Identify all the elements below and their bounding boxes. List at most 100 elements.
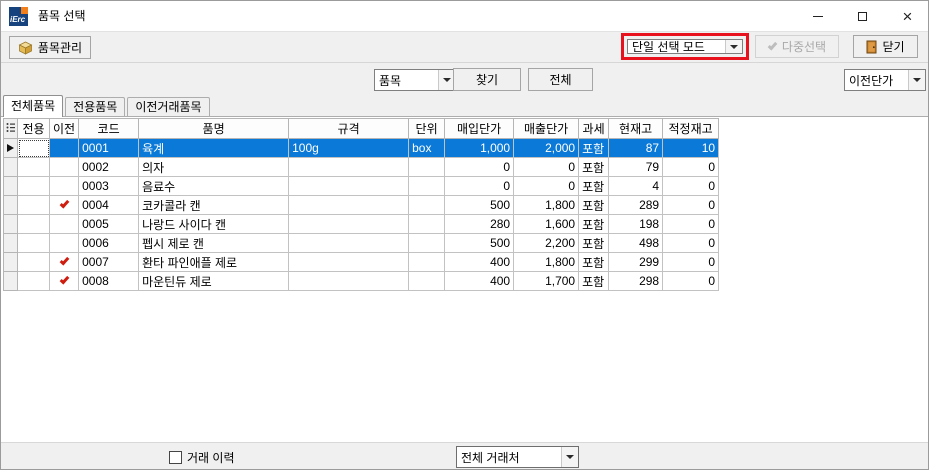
cell-tax[interactable]: 포함: [579, 177, 609, 196]
cell-spec[interactable]: [289, 196, 409, 215]
cell-code[interactable]: 0005: [79, 215, 139, 234]
apply-price-select[interactable]: 이전단가: [844, 69, 926, 91]
cell-stock[interactable]: 298: [609, 272, 663, 291]
table-row[interactable]: 0007환타 파인애플 제로4001,800포함2990: [4, 253, 719, 272]
column-header[interactable]: 코드: [79, 119, 139, 139]
items-table[interactable]: 전용이전코드품명규격단위매입단가매출단가과세현재고적정재고0001육계100gb…: [3, 118, 719, 291]
cell-dedicated[interactable]: [18, 196, 50, 215]
cell-proper-stock[interactable]: 0: [663, 177, 719, 196]
cell-buy-price[interactable]: 400: [445, 253, 514, 272]
cell-code[interactable]: 0001: [79, 139, 139, 158]
column-header[interactable]: 전용: [18, 119, 50, 139]
cell-tax[interactable]: 포함: [579, 196, 609, 215]
table-row[interactable]: 0003음료수00포함40: [4, 177, 719, 196]
cell-sell-price[interactable]: 0: [514, 177, 579, 196]
cell-previous[interactable]: [50, 215, 79, 234]
cell-dedicated[interactable]: [18, 177, 50, 196]
cell-previous[interactable]: [50, 139, 79, 158]
cell-code[interactable]: 0002: [79, 158, 139, 177]
cell-name[interactable]: 육계: [139, 139, 289, 158]
column-header[interactable]: 과세: [579, 119, 609, 139]
vendor-select[interactable]: 전체 거래처: [456, 446, 579, 468]
minimize-button[interactable]: [795, 1, 840, 31]
row-indicator[interactable]: [4, 158, 18, 177]
column-header[interactable]: 단위: [409, 119, 445, 139]
cell-spec[interactable]: [289, 234, 409, 253]
cell-dedicated[interactable]: [18, 215, 50, 234]
cell-proper-stock[interactable]: 10: [663, 139, 719, 158]
cell-tax[interactable]: 포함: [579, 139, 609, 158]
cell-code[interactable]: 0003: [79, 177, 139, 196]
cell-unit[interactable]: [409, 177, 445, 196]
cell-previous[interactable]: [50, 196, 79, 215]
cell-unit[interactable]: box: [409, 139, 445, 158]
cell-previous[interactable]: [50, 234, 79, 253]
column-header[interactable]: 적정재고: [663, 119, 719, 139]
table-row[interactable]: 0002의자00포함790: [4, 158, 719, 177]
cell-proper-stock[interactable]: 0: [663, 234, 719, 253]
cell-stock[interactable]: 498: [609, 234, 663, 253]
table-row[interactable]: 0004코카콜라 캔5001,800포함2890: [4, 196, 719, 215]
row-indicator[interactable]: [4, 215, 18, 234]
tab-all-items[interactable]: 전체품목: [3, 95, 63, 117]
cell-stock[interactable]: 289: [609, 196, 663, 215]
cell-sell-price[interactable]: 2,000: [514, 139, 579, 158]
tab-dedicated-items[interactable]: 전용품목: [65, 97, 125, 116]
cell-name[interactable]: 의자: [139, 158, 289, 177]
cell-spec[interactable]: [289, 253, 409, 272]
column-header[interactable]: 규격: [289, 119, 409, 139]
row-indicator[interactable]: [4, 253, 18, 272]
cell-unit[interactable]: [409, 272, 445, 291]
cell-tax[interactable]: 포함: [579, 272, 609, 291]
cell-unit[interactable]: [409, 234, 445, 253]
cell-code[interactable]: 0008: [79, 272, 139, 291]
cell-tax[interactable]: 포함: [579, 234, 609, 253]
row-indicator[interactable]: [4, 272, 18, 291]
cell-proper-stock[interactable]: 0: [663, 253, 719, 272]
find-button[interactable]: 찾기: [453, 68, 521, 91]
cell-previous[interactable]: [50, 272, 79, 291]
row-indicator[interactable]: [4, 234, 18, 253]
cell-sell-price[interactable]: 2,200: [514, 234, 579, 253]
cell-stock[interactable]: 87: [609, 139, 663, 158]
cell-spec[interactable]: [289, 158, 409, 177]
close-dialog-button[interactable]: 닫기: [853, 35, 918, 58]
row-indicator[interactable]: [4, 139, 18, 158]
search-field-select[interactable]: 품목: [374, 69, 456, 91]
tab-previous-trade-items[interactable]: 이전거래품목: [127, 97, 209, 116]
apply-price-dropdown-button[interactable]: [908, 70, 925, 90]
column-header[interactable]: 현재고: [609, 119, 663, 139]
cell-name[interactable]: 코카콜라 캔: [139, 196, 289, 215]
cell-stock[interactable]: 299: [609, 253, 663, 272]
cell-buy-price[interactable]: 400: [445, 272, 514, 291]
trade-history-checkbox[interactable]: 거래 이력: [169, 449, 235, 466]
cell-code[interactable]: 0007: [79, 253, 139, 272]
cell-tax[interactable]: 포함: [579, 158, 609, 177]
cell-name[interactable]: 나랑드 사이다 캔: [139, 215, 289, 234]
table-row[interactable]: 0001육계100gbox1,0002,000포함8710: [4, 139, 719, 158]
cell-sell-price[interactable]: 1,800: [514, 196, 579, 215]
cell-spec[interactable]: [289, 272, 409, 291]
cell-buy-price[interactable]: 0: [445, 158, 514, 177]
cell-stock[interactable]: 79: [609, 158, 663, 177]
cell-buy-price[interactable]: 1,000: [445, 139, 514, 158]
cell-sell-price[interactable]: 0: [514, 158, 579, 177]
cell-buy-price[interactable]: 500: [445, 196, 514, 215]
cell-tax[interactable]: 포함: [579, 253, 609, 272]
cell-unit[interactable]: [409, 253, 445, 272]
cell-unit[interactable]: [409, 196, 445, 215]
cell-spec[interactable]: [289, 215, 409, 234]
cell-name[interactable]: 마운틴듀 제로: [139, 272, 289, 291]
cell-stock[interactable]: 4: [609, 177, 663, 196]
row-indicator[interactable]: [4, 177, 18, 196]
maximize-button[interactable]: [840, 1, 885, 31]
cell-unit[interactable]: [409, 215, 445, 234]
column-header[interactable]: 매출단가: [514, 119, 579, 139]
cell-tax[interactable]: 포함: [579, 215, 609, 234]
column-header[interactable]: 품명: [139, 119, 289, 139]
cell-dedicated[interactable]: [18, 253, 50, 272]
cell-previous[interactable]: [50, 177, 79, 196]
cell-previous[interactable]: [50, 253, 79, 272]
cell-name[interactable]: 음료수: [139, 177, 289, 196]
cell-proper-stock[interactable]: 0: [663, 215, 719, 234]
